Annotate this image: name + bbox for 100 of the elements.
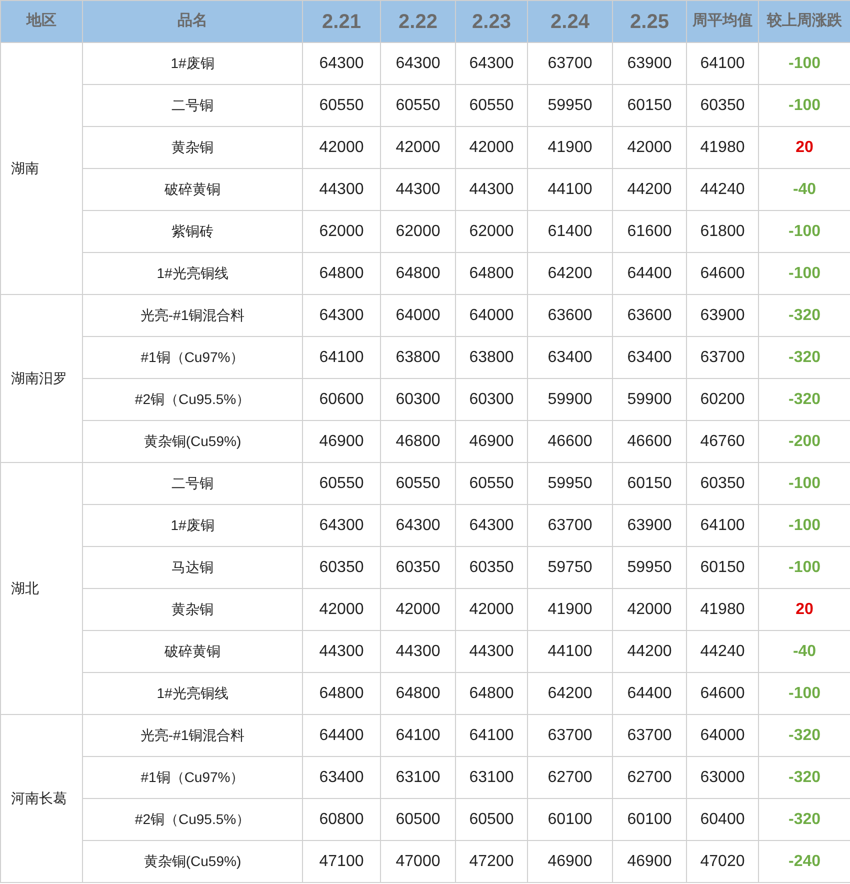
price-cell: 64300 [302,294,380,336]
price-cell: 59950 [528,462,612,504]
price-cell: 46600 [612,420,686,462]
column-header: 2.24 [528,0,612,42]
price-cell: 64300 [456,42,528,84]
price-cell: 59950 [612,546,686,588]
price-cell: 46600 [528,420,612,462]
product-cell: 1#废铜 [82,42,302,84]
product-cell: 黄杂铜 [82,588,302,630]
price-cell: 42000 [302,126,380,168]
average-cell: 46760 [686,420,758,462]
average-cell: 44240 [686,168,758,210]
region-cell: 湖北 [0,462,82,714]
average-cell: 64100 [686,42,758,84]
price-cell: 47000 [380,840,456,882]
price-cell: 64100 [302,336,380,378]
column-header: 2.23 [456,0,528,42]
region-cell: 河南长葛 [0,714,82,882]
price-cell: 64000 [380,294,456,336]
column-header: 周平均值 [686,0,758,42]
average-cell: 60150 [686,546,758,588]
price-cell: 64800 [380,252,456,294]
product-cell: 1#废铜 [82,504,302,546]
price-cell: 60350 [302,546,380,588]
price-cell: 64300 [302,504,380,546]
price-cell: 46900 [456,420,528,462]
price-cell: 60350 [456,546,528,588]
product-cell: #1铜（Cu97%） [82,756,302,798]
region-cell: 湖南汨罗 [0,294,82,462]
price-cell: 44300 [380,168,456,210]
column-header: 2.21 [302,0,380,42]
product-cell: 1#光亮铜线 [82,672,302,714]
price-cell: 62000 [302,210,380,252]
price-cell: 62000 [380,210,456,252]
price-cell: 64100 [380,714,456,756]
product-cell: #2铜（Cu95.5%） [82,378,302,420]
price-cell: 63700 [528,504,612,546]
product-cell: 马达铜 [82,546,302,588]
price-cell: 63600 [528,294,612,336]
price-cell: 60500 [456,798,528,840]
product-cell: 二号铜 [82,84,302,126]
price-cell: 63700 [528,42,612,84]
price-cell: 63100 [456,756,528,798]
price-cell: 44200 [612,168,686,210]
price-cell: 60550 [456,462,528,504]
price-cell: 44300 [456,168,528,210]
average-cell: 61800 [686,210,758,252]
product-cell: 光亮-#1铜混合料 [82,714,302,756]
price-cell: 63800 [456,336,528,378]
price-cell: 60300 [380,378,456,420]
price-cell: 63400 [612,336,686,378]
price-cell: 60550 [456,84,528,126]
average-cell: 41980 [686,588,758,630]
product-cell: #2铜（Cu95.5%） [82,798,302,840]
price-cell: 64800 [456,672,528,714]
price-cell: 64400 [302,714,380,756]
column-header: 较上周涨跌 [758,0,850,42]
average-cell: 60350 [686,84,758,126]
price-cell: 59750 [528,546,612,588]
price-cell: 63100 [380,756,456,798]
price-cell: 64300 [380,42,456,84]
price-cell: 60150 [612,84,686,126]
average-cell: 63700 [686,336,758,378]
price-cell: 64800 [456,252,528,294]
product-cell: 紫铜砖 [82,210,302,252]
price-cell: 60350 [380,546,456,588]
price-cell: 46900 [302,420,380,462]
price-cell: 64200 [528,252,612,294]
average-cell: 63000 [686,756,758,798]
price-cell: 59950 [528,84,612,126]
price-cell: 64800 [302,672,380,714]
price-cell: 64800 [302,252,380,294]
average-cell: 60400 [686,798,758,840]
price-cell: 47100 [302,840,380,882]
price-cell: 64400 [612,252,686,294]
price-cell: 44300 [302,630,380,672]
price-cell: 59900 [528,378,612,420]
average-cell: 60200 [686,378,758,420]
price-cell: 46900 [528,840,612,882]
product-cell: 黄杂铜 [82,126,302,168]
price-cell: 62700 [612,756,686,798]
price-cell: 42000 [612,126,686,168]
price-cell: 60550 [302,84,380,126]
price-cell: 61400 [528,210,612,252]
price-cell: 47200 [456,840,528,882]
column-header: 2.25 [612,0,686,42]
column-header: 地区 [0,0,82,42]
price-cell: 63900 [612,504,686,546]
price-cell: 41900 [528,126,612,168]
price-cell: 60100 [528,798,612,840]
price-cell: 63400 [302,756,380,798]
average-cell: 63900 [686,294,758,336]
price-cell: 60100 [612,798,686,840]
price-cell: 44300 [456,630,528,672]
product-cell: 黄杂铜(Cu59%) [82,840,302,882]
average-cell: 64000 [686,714,758,756]
average-cell: 44240 [686,630,758,672]
product-cell: #1铜（Cu97%） [82,336,302,378]
price-cell: 64200 [528,672,612,714]
price-cell: 42000 [612,588,686,630]
